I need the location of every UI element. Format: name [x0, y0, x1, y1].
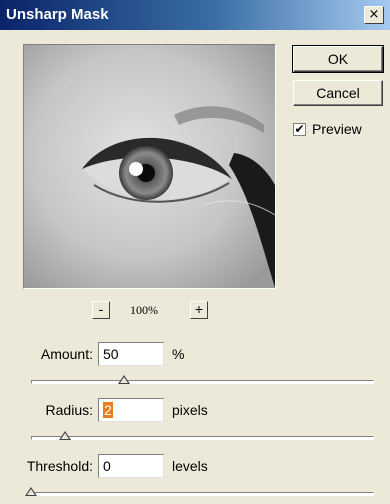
- unsharp-mask-dialog: Unsharp Mask × - 100% + OK Cancel ✔ Prev…: [0, 0, 390, 504]
- dialog-title: Unsharp Mask: [6, 6, 109, 23]
- threshold-slider-track[interactable]: [31, 492, 374, 496]
- preview-label: Preview: [312, 121, 362, 137]
- zoom-out-button[interactable]: -: [92, 301, 110, 319]
- preview-checkbox[interactable]: ✔: [293, 123, 306, 136]
- eye-photo: [24, 45, 275, 288]
- zoom-in-button[interactable]: +: [190, 301, 208, 319]
- ok-button[interactable]: OK: [292, 45, 384, 73]
- radius-slider-thumb[interactable]: [59, 431, 72, 440]
- checkmark-icon: ✔: [294, 122, 305, 136]
- radius-value: 2: [103, 402, 113, 418]
- radius-slider-track[interactable]: [31, 436, 374, 440]
- radius-unit: pixels: [172, 402, 208, 418]
- close-button[interactable]: ×: [364, 6, 384, 24]
- zoom-controls: - 100% +: [0, 301, 300, 321]
- preview-image[interactable]: [23, 44, 276, 289]
- amount-slider-track[interactable]: [31, 380, 374, 384]
- cancel-button[interactable]: Cancel: [293, 80, 383, 106]
- amount-unit: %: [172, 346, 185, 362]
- amount-value: 50: [103, 346, 119, 362]
- threshold-slider-thumb[interactable]: [25, 487, 37, 496]
- title-bar[interactable]: Unsharp Mask ×: [0, 0, 390, 30]
- zoom-level: 100%: [130, 303, 158, 317]
- threshold-value: 0: [103, 458, 111, 474]
- threshold-unit: levels: [172, 458, 208, 474]
- amount-label: Amount:: [40, 346, 93, 362]
- threshold-label: Threshold:: [26, 458, 93, 474]
- amount-input[interactable]: 50: [98, 342, 164, 366]
- close-icon: ×: [368, 7, 380, 22]
- amount-slider-thumb[interactable]: [117, 375, 130, 384]
- plus-icon: +: [194, 301, 204, 317]
- threshold-input[interactable]: 0: [98, 454, 164, 478]
- minus-icon: -: [98, 301, 104, 317]
- radius-label: Radius:: [45, 402, 93, 418]
- radius-input[interactable]: 2: [98, 398, 164, 422]
